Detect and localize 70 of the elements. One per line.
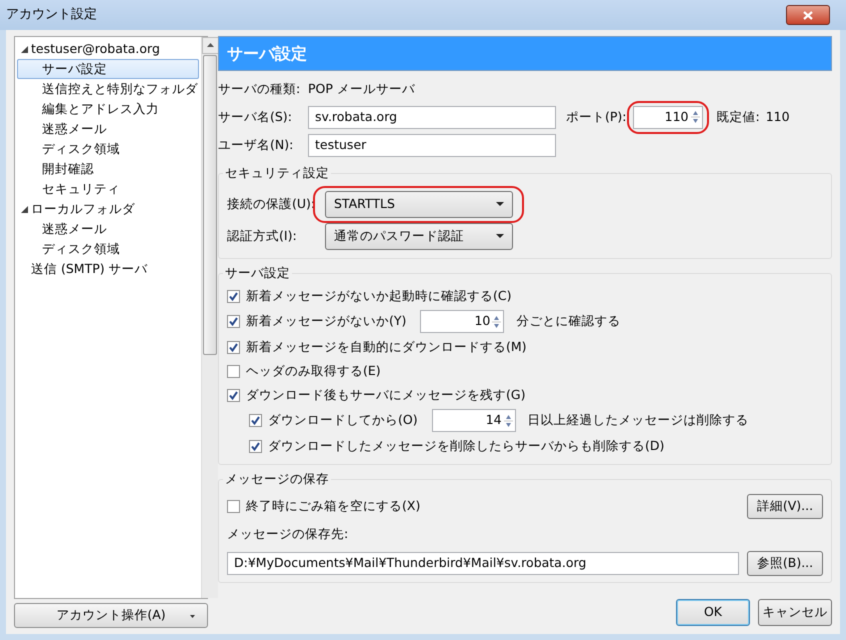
tree-item[interactable]: 開封確認: [17, 159, 199, 179]
field-label: 接続の保護(U):: [227, 194, 316, 213]
field-label: サーバ名(S):: [218, 108, 293, 126]
tree-item[interactable]: 編集とアドレス入力: [17, 99, 199, 119]
field-label: メッセージの保存先:: [227, 525, 350, 543]
number-field[interactable]: 10: [420, 310, 504, 333]
account-actions-button[interactable]: アカウント操作(A): [14, 603, 208, 628]
number-field[interactable]: 14: [432, 409, 516, 432]
checkbox-label[interactable]: ダウンロードしたメッセージを削除したらサーバからも削除する(D): [268, 436, 664, 456]
field-label: 日以上経過したメッセージは削除する: [528, 411, 749, 430]
checkbox[interactable]: [227, 388, 240, 402]
dialog-button[interactable]: OK: [676, 598, 750, 626]
tree-item[interactable]: セキュリティ: [17, 179, 199, 199]
checkmark-icon: [229, 317, 238, 326]
checkbox[interactable]: [227, 290, 240, 302]
checkbox[interactable]: [249, 414, 262, 427]
tree-item[interactable]: ディスク領域: [17, 139, 199, 159]
close-icon: [803, 10, 813, 20]
caret-icon: [496, 202, 504, 206]
details-button[interactable]: 詳細(V)...: [747, 494, 823, 519]
tree-item[interactable]: 迷惑メール: [17, 219, 199, 239]
checkbox[interactable]: [227, 364, 240, 378]
field-label: 既定値:: [716, 108, 760, 126]
path-field[interactable]: D:¥MyDocuments¥Mail¥Thunderbird¥Mail¥sv.robata.org: [227, 552, 739, 575]
port-field[interactable]: 110: [632, 106, 703, 128]
field-label: 認証方式(I):: [227, 226, 298, 245]
checkbox[interactable]: [227, 315, 240, 328]
caret-icon: [190, 615, 195, 618]
field-value: 110: [766, 108, 790, 126]
dialog-button[interactable]: キャンセル: [758, 598, 832, 626]
checkbox-label[interactable]: ヘッダのみ取得する(E): [246, 362, 381, 380]
tree-item[interactable]: testuser@robata.org: [17, 39, 199, 59]
tree-item[interactable]: 送信控えと特別なフォルダ: [17, 79, 199, 99]
field-label: 分ごとに確認する: [516, 312, 620, 330]
field-label: ポート(P):: [566, 108, 627, 126]
checkmark-icon: [251, 416, 260, 425]
checkbox-label[interactable]: 新着メッセージがないか起動時に確認する(C): [246, 286, 512, 306]
checkmark-icon: [229, 390, 238, 400]
tree-item[interactable]: ローカルフォルダ: [17, 199, 199, 219]
dropdown[interactable]: STARTTLS: [325, 190, 513, 218]
expanded-triangle-icon[interactable]: [21, 46, 28, 52]
checkmark-icon: [229, 292, 238, 300]
tree-item[interactable]: 送信 (SMTP) サーバ: [17, 259, 199, 279]
checkbox-label[interactable]: 新着メッセージがないか(Y): [246, 312, 406, 331]
checkmark-icon: [229, 342, 238, 352]
checkbox[interactable]: [227, 500, 240, 513]
section-header: サーバ設定: [218, 36, 832, 71]
checkbox-label[interactable]: ダウンロード後もサーバにメッセージを残す(G): [246, 386, 526, 404]
tree-item[interactable]: サーバ設定: [17, 59, 199, 79]
field-label: ユーザ名(N):: [218, 136, 294, 154]
browse-button[interactable]: 参照(B)...: [747, 550, 823, 576]
tree-item[interactable]: 迷惑メール: [17, 119, 199, 139]
tree-item[interactable]: ディスク領域: [17, 239, 199, 259]
scroll-up-icon[interactable]: [202, 37, 219, 54]
field-value: POP メールサーバ: [308, 80, 415, 98]
checkmark-icon: [251, 442, 260, 450]
checkbox-label[interactable]: 新着メッセージを自動的にダウンロードする(M): [246, 338, 527, 356]
checkbox[interactable]: [227, 340, 240, 354]
server-name-field[interactable]: sv.robata.org: [308, 106, 556, 128]
close-button[interactable]: [786, 5, 830, 25]
field-label: サーバの種類:: [218, 80, 302, 98]
window-title: アカウント設定: [6, 6, 97, 24]
user-name-field[interactable]: testuser: [308, 134, 556, 156]
checkbox[interactable]: [249, 440, 262, 452]
checkbox-label[interactable]: ダウンロードしてから(O): [268, 411, 418, 430]
caret-icon: [496, 234, 504, 238]
expanded-triangle-icon[interactable]: [21, 206, 28, 212]
checkbox-label[interactable]: 終了時にごみ箱を空にする(X): [246, 497, 420, 516]
dropdown[interactable]: 通常のパスワード認証: [325, 222, 513, 250]
scrollbar[interactable]: [201, 37, 218, 598]
